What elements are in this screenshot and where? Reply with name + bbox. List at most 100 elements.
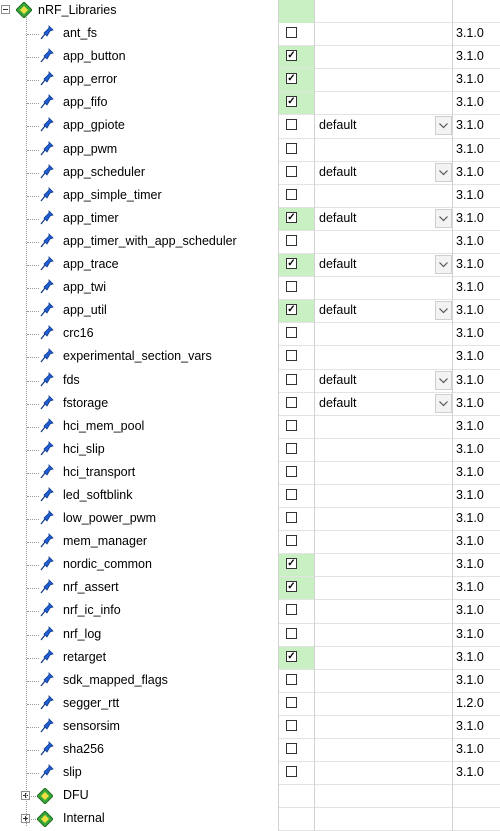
select-checkbox[interactable] <box>286 165 297 177</box>
chevron-down-icon[interactable] <box>435 301 452 321</box>
variant-select[interactable]: default <box>319 396 357 410</box>
chevron-down-icon[interactable] <box>435 116 452 136</box>
select-checkbox[interactable]: ✓ <box>286 258 297 270</box>
component-name: low_power_pwm <box>63 511 157 526</box>
chevron-down-icon[interactable] <box>435 208 452 228</box>
name-cell: slip <box>0 762 278 785</box>
version-label: 3.1.0 <box>456 580 484 595</box>
group-row-internal[interactable]: Internal <box>0 808 500 831</box>
blue-pin-icon <box>40 694 54 711</box>
version-label: 3.1.0 <box>456 464 484 479</box>
select-checkbox[interactable] <box>286 465 297 477</box>
component-row-app_error[interactable]: app_error ✓ 3.1.0 <box>0 69 500 93</box>
version-label: 3.1.0 <box>456 672 484 687</box>
select-checkbox[interactable] <box>286 673 297 685</box>
select-checkbox[interactable] <box>286 234 297 246</box>
component-row-hci_slip[interactable]: hci_slip 3.1.0 <box>0 439 500 462</box>
component-name: slip <box>63 765 82 780</box>
tree-connector <box>27 288 39 290</box>
version-cell: 3.1.0 <box>453 462 500 485</box>
component-row-retarget[interactable]: retarget ✓ 3.1.0 <box>0 646 500 670</box>
component-row-nrf_assert[interactable]: nrf_assert ✓ 3.1.0 <box>0 577 500 601</box>
component-row-fds[interactable]: fds default 3.1.0 <box>0 370 500 393</box>
component-row-app_pwm[interactable]: app_pwm 3.1.0 <box>0 139 500 162</box>
component-row-nrf_log[interactable]: nrf_log 3.1.0 <box>0 624 500 647</box>
group-row-dfu[interactable]: DFU <box>0 785 500 809</box>
select-checkbox[interactable] <box>286 696 297 708</box>
chevron-down-icon[interactable] <box>435 255 452 275</box>
select-checkbox[interactable]: ✓ <box>286 96 297 108</box>
component-row-app_gpiote[interactable]: app_gpiote default 3.1.0 <box>0 115 500 139</box>
select-checkbox[interactable]: ✓ <box>286 73 297 85</box>
select-checkbox[interactable] <box>286 442 297 454</box>
select-cell <box>279 508 314 532</box>
select-checkbox[interactable] <box>286 512 297 524</box>
component-row-slip[interactable]: slip 3.1.0 <box>0 762 500 786</box>
select-checkbox[interactable] <box>286 396 297 408</box>
component-row-nrf_ic_info[interactable]: nrf_ic_info 3.1.0 <box>0 600 500 624</box>
component-row-hci_transport[interactable]: hci_transport 3.1.0 <box>0 462 500 485</box>
variant-select[interactable]: default <box>319 303 357 317</box>
component-row-ant_fs[interactable]: ant_fs 3.1.0 <box>0 23 500 47</box>
component-row-segger_rtt[interactable]: segger_rtt 1.2.0 <box>0 693 500 716</box>
variant-select[interactable]: default <box>319 373 357 387</box>
version-cell <box>453 785 500 809</box>
chevron-down-icon[interactable] <box>435 162 452 182</box>
blue-pin-icon <box>40 579 54 595</box>
variant-select[interactable]: default <box>319 118 357 132</box>
select-checkbox[interactable]: ✓ <box>286 581 297 593</box>
variant-cell <box>315 277 452 301</box>
component-row-app_scheduler[interactable]: app_scheduler default 3.1.0 <box>0 162 500 185</box>
select-checkbox[interactable] <box>286 419 297 431</box>
collapse-toggle[interactable] <box>1 5 10 14</box>
select-checkbox[interactable] <box>286 142 297 154</box>
component-row-app_simple_timer[interactable]: app_simple_timer 3.1.0 <box>0 185 500 208</box>
component-row-sdk_mapped_flags[interactable]: sdk_mapped_flags 3.1.0 <box>0 670 500 693</box>
component-row-app_trace[interactable]: app_trace ✓ default 3.1.0 <box>0 254 500 278</box>
chevron-down-icon[interactable] <box>435 370 452 390</box>
select-checkbox[interactable] <box>286 488 297 500</box>
select-cell: ✓ <box>279 46 314 70</box>
component-row-experimental_section_vars[interactable]: experimental_section_vars 3.1.0 <box>0 346 500 370</box>
select-checkbox[interactable]: ✓ <box>286 650 297 662</box>
variant-select[interactable]: default <box>319 257 357 271</box>
select-checkbox[interactable] <box>286 627 297 639</box>
version-cell: 3.1.0 <box>453 254 500 278</box>
select-checkbox[interactable]: ✓ <box>286 211 297 223</box>
component-row-app_twi[interactable]: app_twi 3.1.0 <box>0 277 500 301</box>
select-checkbox[interactable] <box>286 281 297 293</box>
component-row-crc16[interactable]: crc16 3.1.0 <box>0 323 500 347</box>
select-checkbox[interactable] <box>286 719 297 731</box>
component-row-sha256[interactable]: sha256 3.1.0 <box>0 739 500 763</box>
select-checkbox[interactable] <box>286 350 297 362</box>
select-checkbox[interactable] <box>286 535 297 547</box>
variant-select[interactable]: default <box>319 211 357 225</box>
component-row-hci_mem_pool[interactable]: hci_mem_pool 3.1.0 <box>0 416 500 439</box>
component-row-app_util[interactable]: app_util ✓ default 3.1.0 <box>0 300 500 324</box>
select-checkbox[interactable]: ✓ <box>286 558 297 570</box>
component-row-sensorsim[interactable]: sensorsim 3.1.0 <box>0 716 500 739</box>
chevron-down-icon[interactable] <box>435 393 452 413</box>
select-checkbox[interactable]: ✓ <box>286 50 297 62</box>
select-checkbox[interactable] <box>286 743 297 754</box>
variant-select[interactable]: default <box>319 165 357 179</box>
diamond-component-icon <box>16 2 32 18</box>
component-row-app_fifo[interactable]: app_fifo ✓ 3.1.0 <box>0 92 500 116</box>
component-row-app_timer_with_app_scheduler[interactable]: app_timer_with_app_scheduler 3.1.0 <box>0 231 500 255</box>
component-row-app_button[interactable]: app_button ✓ 3.1.0 <box>0 46 500 70</box>
component-row-mem_manager[interactable]: mem_manager 3.1.0 <box>0 531 500 555</box>
select-checkbox[interactable] <box>286 373 297 385</box>
tree-root-row[interactable]: nRF_Libraries <box>0 0 500 24</box>
select-checkbox[interactable] <box>286 604 297 616</box>
select-checkbox[interactable] <box>286 188 297 200</box>
select-checkbox[interactable] <box>286 27 297 39</box>
component-row-nordic_common[interactable]: nordic_common ✓ 3.1.0 <box>0 554 500 578</box>
component-row-led_softblink[interactable]: led_softblink 3.1.0 <box>0 485 500 509</box>
select-checkbox[interactable]: ✓ <box>286 304 297 316</box>
select-checkbox[interactable] <box>286 327 297 339</box>
select-checkbox[interactable] <box>286 119 297 131</box>
component-row-low_power_pwm[interactable]: low_power_pwm 3.1.0 <box>0 508 500 532</box>
component-row-fstorage[interactable]: fstorage default 3.1.0 <box>0 393 500 416</box>
select-checkbox[interactable] <box>286 766 297 778</box>
component-row-app_timer[interactable]: app_timer ✓ default 3.1.0 <box>0 207 500 231</box>
